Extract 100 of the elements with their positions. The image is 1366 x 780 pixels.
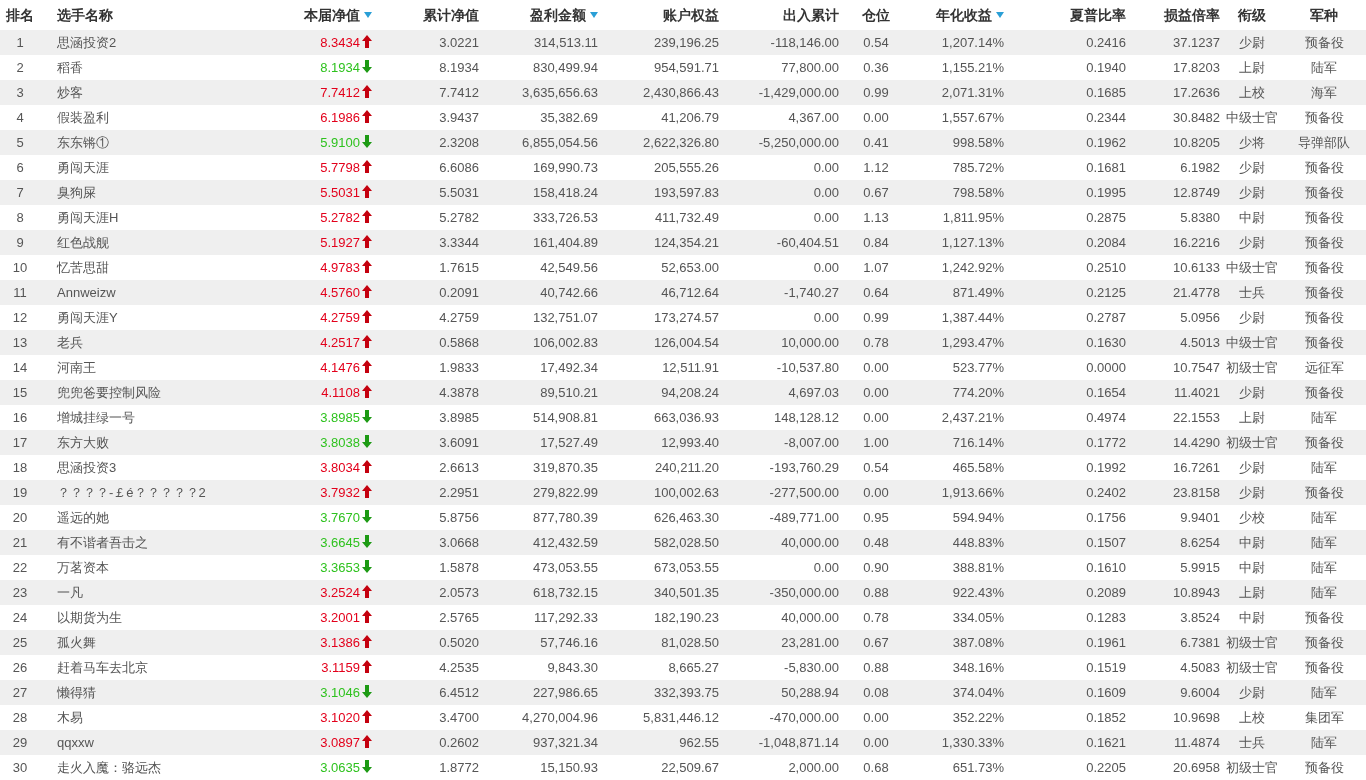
table-cell: 陆军 xyxy=(1311,534,1337,550)
player-name-cell: 增城挂绿一号 xyxy=(57,409,135,425)
player-name-cell: 思涵投资3 xyxy=(57,459,117,475)
rank-cell: 30 xyxy=(12,759,28,775)
table-cell: 4,270,004.96 xyxy=(522,709,598,725)
table-cell: 少将 xyxy=(1239,134,1265,150)
table-cell: 1.12 xyxy=(863,159,889,175)
table-cell: 169,990.73 xyxy=(532,159,598,175)
player-name-cell: 赶着马车去北京 xyxy=(57,659,148,675)
table-cell: 0.1961 xyxy=(1086,634,1126,650)
table-cell: 42,549.56 xyxy=(540,259,598,275)
net-value-cell: 5.2782 xyxy=(320,209,360,225)
player-name-cell: 万茗资本 xyxy=(57,559,109,575)
net-value-cell: 7.7412 xyxy=(320,84,360,100)
table-cell: 0.84 xyxy=(863,234,889,250)
table-cell: 初级士官 xyxy=(1226,759,1278,775)
table-cell: 3.8985 xyxy=(439,409,479,425)
table-cell: 0.90 xyxy=(863,559,889,575)
table-cell: 0.00 xyxy=(813,184,839,200)
table-cell: 预备役 xyxy=(1304,209,1344,225)
table-cell: 374.04% xyxy=(952,684,1004,700)
table-cell: 100,002.63 xyxy=(653,484,719,500)
table-cell: 348.16% xyxy=(952,659,1004,675)
table-cell: 0.1995 xyxy=(1086,184,1126,200)
table-cell: 618,732.15 xyxy=(532,584,598,600)
table-cell: 预备役 xyxy=(1304,334,1344,350)
column-header[interactable]: 衔级 xyxy=(1238,4,1266,26)
table-cell: 10.6133 xyxy=(1173,259,1220,275)
column-header[interactable]: 选手名称 xyxy=(57,4,113,26)
table-cell: 少尉 xyxy=(1239,384,1265,400)
table-cell: 预备役 xyxy=(1304,259,1344,275)
column-header[interactable]: 出入累计 xyxy=(783,4,839,26)
table-cell: 陆军 xyxy=(1311,509,1337,525)
table-cell: 1,387.44% xyxy=(941,309,1004,325)
column-header[interactable]: 累计净值 xyxy=(423,4,479,26)
table-cell: 17.8203 xyxy=(1173,59,1220,75)
table-cell: 陆军 xyxy=(1311,734,1337,750)
rank-cell: 13 xyxy=(12,334,28,350)
column-header[interactable]: 排名 xyxy=(6,4,34,26)
table-cell: 0.2402 xyxy=(1086,484,1126,500)
column-header[interactable]: 账户权益 xyxy=(663,4,719,26)
net-value-cell: 3.8985 xyxy=(320,409,360,425)
net-value-cell: 4.9783 xyxy=(320,259,360,275)
table-cell: 中级士官 xyxy=(1226,334,1278,350)
player-name-cell: 勇闯天涯H xyxy=(57,209,119,225)
player-name-cell: 走火入魔：骆远杰 xyxy=(57,759,161,775)
table-cell: 0.2089 xyxy=(1086,584,1126,600)
table-cell: 465.58% xyxy=(952,459,1004,475)
table-cell: 0.00 xyxy=(863,709,889,725)
table-cell: 0.36 xyxy=(863,59,889,75)
net-value-cell: 3.6645 xyxy=(320,534,360,550)
player-name-cell: 东东锵① xyxy=(57,134,109,150)
table-cell: 17.2636 xyxy=(1173,84,1220,100)
table-cell: 3.0221 xyxy=(439,34,479,50)
table-cell: 1.7615 xyxy=(439,259,479,275)
column-header[interactable]: 损益倍率 xyxy=(1164,4,1220,26)
player-name-cell: 勇闯天涯Y xyxy=(57,309,118,325)
table-cell: 774.20% xyxy=(952,384,1004,400)
table-cell: 0.54 xyxy=(863,459,889,475)
column-header[interactable]: 盈利金额 xyxy=(530,4,598,26)
table-cell: 8,665.27 xyxy=(668,659,719,675)
rank-cell: 4 xyxy=(16,109,24,125)
player-name-cell: 河南王 xyxy=(57,359,96,375)
table-cell: 3.3344 xyxy=(439,234,479,250)
table-cell: 0.2084 xyxy=(1086,234,1126,250)
table-cell: 预备役 xyxy=(1304,609,1344,625)
table-cell: 239,196.25 xyxy=(653,34,719,50)
table-cell: 10.9698 xyxy=(1173,709,1220,725)
table-cell: 0.48 xyxy=(863,534,889,550)
table-cell: 319,870.35 xyxy=(532,459,598,475)
table-cell: 21.4778 xyxy=(1173,284,1220,300)
table-cell: 2,622,326.80 xyxy=(643,134,719,150)
column-header[interactable]: 仓位 xyxy=(862,4,890,26)
player-name-cell: 红色战舰 xyxy=(57,234,109,250)
net-value-cell: 6.1986 xyxy=(320,109,360,125)
table-cell: 0.00 xyxy=(813,259,839,275)
table-cell: 0.00 xyxy=(863,109,889,125)
table-cell: 10.7547 xyxy=(1173,359,1220,375)
player-name-cell: 懒得猜 xyxy=(57,684,96,700)
column-header[interactable]: 本届净值 xyxy=(304,4,372,26)
table-cell: 41,206.79 xyxy=(661,109,719,125)
player-name-cell: 勇闯天涯 xyxy=(57,159,109,175)
table-cell: 514,908.81 xyxy=(532,409,598,425)
rank-cell: 15 xyxy=(12,384,28,400)
table-cell: 预备役 xyxy=(1304,284,1344,300)
net-value-cell: 3.7932 xyxy=(320,484,360,500)
column-header[interactable]: 夏普比率 xyxy=(1070,4,1126,26)
table-cell: 798.58% xyxy=(952,184,1004,200)
table-cell: 中尉 xyxy=(1239,559,1265,575)
table-cell: 46,712.64 xyxy=(661,284,719,300)
table-cell: 5.0956 xyxy=(1180,309,1220,325)
column-header[interactable]: 军种 xyxy=(1310,4,1338,26)
column-header[interactable]: 年化收益 xyxy=(936,4,1004,26)
table-cell: 962.55 xyxy=(679,734,719,750)
net-value-cell: 3.7670 xyxy=(320,509,360,525)
table-cell: 11.4021 xyxy=(1173,384,1220,400)
table-cell: 279,822.99 xyxy=(532,484,598,500)
table-cell: 651.73% xyxy=(952,759,1004,775)
table-cell: 0.1962 xyxy=(1086,134,1126,150)
table-cell: 0.1940 xyxy=(1086,59,1126,75)
